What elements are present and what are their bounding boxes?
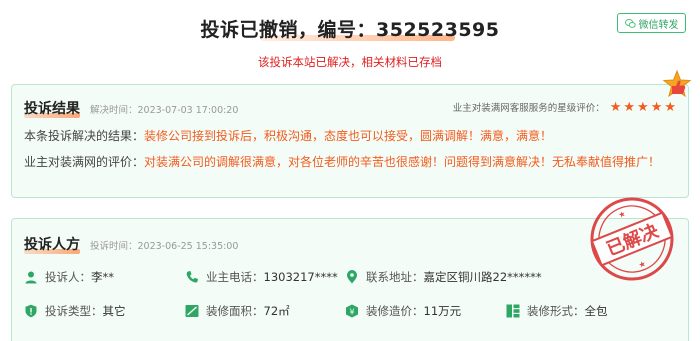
- resolved-stamp: 已解决 ★ ★: [590, 197, 674, 281]
- result-title: 投诉结果: [24, 101, 80, 118]
- star-icon: ★: [609, 99, 622, 115]
- shield-icon: [25, 304, 37, 318]
- user-icon: [25, 271, 37, 284]
- wechat-share-button[interactable]: 微信转发: [617, 13, 686, 33]
- star-icon: ★: [637, 99, 649, 115]
- complainant-card-header: 投诉人方 投诉时间：2023-06-25 15:35:00: [24, 234, 238, 254]
- service-rating: 业主对装满网客服服务的星级评价： ★ ★ ★ ★ ★: [452, 99, 676, 115]
- yuan-icon: ¥: [346, 304, 358, 318]
- phone-icon: [186, 271, 198, 283]
- result-card-header: 投诉结果 解决时间：2023-07-03 17:00:20: [24, 98, 238, 118]
- wechat-icon: [624, 18, 636, 28]
- result-row-label: 本条投诉解决的结果：: [24, 129, 145, 143]
- evaluation-row: 业主对装满网的评价： 对装满公司的调解很满意，对各位老师的辛苦也很感谢！问题得到…: [24, 153, 684, 172]
- result-row: 本条投诉解决的结果： 装修公司接到投诉后，积极沟通，态度也可以接受，圆满调解！满…: [24, 127, 552, 146]
- svg-text:¥: ¥: [349, 308, 354, 317]
- location-icon: [347, 270, 357, 284]
- complainant-name: 投诉人： 李**: [24, 269, 114, 285]
- page-title: 投诉已撤销，编号：352523595: [200, 19, 500, 41]
- result-card: 投诉结果 解决时间：2023-07-03 17:00:20 业主对装满网客服服务…: [11, 69, 692, 198]
- contact-address: 联系地址： 嘉定区铜川路22******: [345, 269, 542, 285]
- star-icon: ★: [623, 99, 636, 115]
- page-header: 投诉已撤销，编号：352523595 该投诉本站已解决，相关材料已存档 微信转发: [0, 0, 700, 82]
- rating-label: 业主对装满网客服服务的星级评价：: [452, 103, 605, 114]
- grid-icon: [506, 304, 520, 318]
- renovation-area: 装修面积： 72㎡: [185, 303, 290, 319]
- svg-text:★: ★: [617, 209, 627, 220]
- wechat-share-label: 微信转发: [638, 19, 679, 31]
- evaluation-row-label: 业主对装满网的评价：: [24, 155, 145, 169]
- result-time: 解决时间：2023-07-03 17:00:20: [90, 105, 239, 116]
- complaint-time: 投诉时间：2023-06-25 15:35:00: [90, 241, 239, 252]
- complainant-title: 投诉人方: [24, 237, 80, 254]
- renovation-form: 装修形式： 全包: [506, 303, 608, 319]
- renovation-cost: ¥ 装修造价： 11万元: [345, 303, 461, 319]
- evaluation-row-value: 对装满公司的调解很满意，对各位老师的辛苦也很感谢！问题得到满意解决！无私奉献值得…: [144, 155, 661, 169]
- page-subtitle: 该投诉本站已解决，相关材料已存档: [258, 55, 442, 69]
- ruler-icon: [185, 305, 199, 317]
- owner-phone: 业主电话： 1303217****: [185, 269, 338, 285]
- result-row-value: 装修公司接到投诉后，积极沟通，态度也可以接受，圆满调解！满意，满意！: [144, 129, 553, 143]
- thumbs-up-icon: [662, 69, 692, 98]
- complaint-type: 投诉类型： 其它: [24, 303, 126, 319]
